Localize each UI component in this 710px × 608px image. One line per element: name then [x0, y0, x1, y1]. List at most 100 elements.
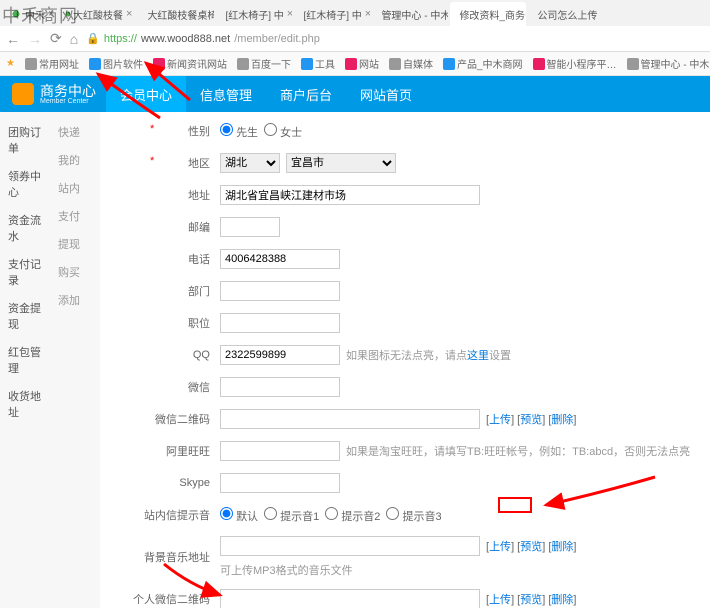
sidebar-sub-col: 快递我的站内支付提现购买添加	[50, 118, 100, 608]
phone-input[interactable]	[220, 249, 340, 269]
sidebar-item-6[interactable]: 收货地址	[0, 382, 50, 426]
content-area: 团购订单领券中心资金流水支付记录资金提现红包管理收货地址 快递我的站内支付提现购…	[0, 112, 710, 608]
home-icon[interactable]: ⌂	[70, 31, 78, 47]
bookmark-label: 新闻资讯网站	[167, 56, 227, 71]
label-wxqr: 微信二维码	[130, 411, 220, 427]
label-bgm: 背景音乐地址	[130, 549, 220, 565]
pwxqr-input[interactable]	[220, 589, 480, 608]
label-dept: 部门	[130, 283, 220, 299]
sound-3[interactable]: 提示音3	[386, 507, 441, 524]
bgm-delete[interactable]: 删除	[551, 541, 573, 553]
topnav-3[interactable]: 网站首页	[346, 76, 426, 112]
tab-close-icon[interactable]: ×	[126, 8, 132, 20]
bgm-upload[interactable]: 上传	[489, 541, 511, 553]
qq-hint-link[interactable]: 这里	[467, 350, 489, 362]
row-wechat: 微信	[130, 376, 698, 398]
bookmark-4[interactable]: 工具	[301, 56, 335, 71]
pwxqr-upload[interactable]: 上传	[489, 594, 511, 606]
sidebar-sub-0[interactable]: 快递	[50, 118, 100, 146]
browser-tab-2[interactable]: 大红酸枝餐桌椅×	[138, 2, 214, 26]
sound-default[interactable]: 默认	[220, 507, 258, 524]
bookmark-8[interactable]: 智能小程序平…	[533, 56, 617, 71]
bookmark-star-icon[interactable]: ★	[6, 58, 15, 69]
pwxqr-delete[interactable]: 删除	[551, 594, 573, 606]
tab-label: [红木椅子] 中	[225, 7, 283, 22]
sidebar-item-1[interactable]: 领券中心	[0, 162, 50, 206]
bookmark-icon	[443, 58, 455, 70]
browser-tab-3[interactable]: [红木椅子] 中 ×	[216, 2, 292, 26]
site-logo[interactable]: 商务中心 Member Center	[0, 83, 106, 105]
wxqr-delete[interactable]: 删除	[551, 414, 573, 426]
bookmark-2[interactable]: 新闻资讯网站	[153, 56, 227, 71]
row-sound: 站内信提示音 默认 提示音1 提示音2 提示音3	[130, 504, 698, 526]
gender-female[interactable]: 女士	[264, 123, 302, 140]
pwxqr-preview[interactable]: 预览	[520, 594, 542, 606]
bookmark-5[interactable]: 网站	[345, 56, 379, 71]
bgm-input[interactable]	[220, 536, 480, 556]
back-icon[interactable]: ←	[6, 31, 20, 47]
sidebar-sub-5[interactable]: 购买	[50, 258, 100, 286]
sidebar-sub-1[interactable]: 我的	[50, 146, 100, 174]
sound-1[interactable]: 提示音1	[264, 507, 319, 524]
sidebar-item-2[interactable]: 资金流水	[0, 206, 50, 250]
gender-female-radio[interactable]	[264, 123, 277, 136]
wxqr-upload[interactable]: 上传	[489, 414, 511, 426]
bookmark-3[interactable]: 百度一下	[237, 56, 291, 71]
reload-icon[interactable]: ⟳	[50, 30, 62, 47]
sidebar-item-5[interactable]: 红包管理	[0, 338, 50, 382]
zip-input[interactable]	[220, 217, 280, 237]
bookmark-6[interactable]: 自媒体	[389, 56, 433, 71]
address-input[interactable]	[220, 185, 480, 205]
sidebar-item-4[interactable]: 资金提现	[0, 294, 50, 338]
tab-label: [红木椅子] 中	[303, 7, 361, 22]
wxqr-preview[interactable]: 预览	[520, 414, 542, 426]
qq-input[interactable]	[220, 345, 340, 365]
wxqr-input[interactable]	[220, 409, 480, 429]
tab-close-icon[interactable]: ×	[365, 8, 371, 20]
tab-label: 公司怎么上传	[537, 7, 597, 22]
sidebar-sub-3[interactable]: 支付	[50, 202, 100, 230]
skype-input[interactable]	[220, 473, 340, 493]
tab-close-icon[interactable]: ×	[287, 8, 293, 20]
bookmark-label: 百度一下	[251, 56, 291, 71]
bgm-preview[interactable]: 预览	[520, 541, 542, 553]
topnav-1[interactable]: 信息管理	[186, 76, 266, 112]
sidebar-sub-6[interactable]: 添加	[50, 286, 100, 314]
url-field[interactable]: 🔒 https://www.wood888.net/member/edit.ph…	[86, 32, 704, 45]
bookmark-icon	[627, 58, 639, 70]
bookmark-0[interactable]: 常用网址	[25, 56, 79, 71]
forward-icon[interactable]: →	[28, 31, 42, 47]
sidebar-item-0[interactable]: 团购订单	[0, 118, 50, 162]
sidebar-item-3[interactable]: 支付记录	[0, 250, 50, 294]
browser-tab-0[interactable]: 中禾×	[4, 2, 58, 26]
url-scheme: https://	[104, 33, 137, 45]
bookmark-7[interactable]: 产品_中木商网	[443, 56, 523, 71]
browser-tab-4[interactable]: [红木椅子] 中 ×	[294, 2, 370, 26]
tab-favicon	[66, 8, 70, 20]
gender-male[interactable]: 先生	[220, 123, 258, 140]
dept-input[interactable]	[220, 281, 340, 301]
ali-input[interactable]	[220, 441, 340, 461]
tab-close-icon[interactable]: ×	[48, 8, 54, 20]
city-select[interactable]: 宜昌市	[286, 153, 396, 173]
province-select[interactable]: 湖北	[220, 153, 280, 173]
title-input[interactable]	[220, 313, 340, 333]
bookmark-1[interactable]: 图片软件	[89, 56, 143, 71]
sidebar-sub-2[interactable]: 站内	[50, 174, 100, 202]
wechat-input[interactable]	[220, 377, 340, 397]
browser-tab-6[interactable]: 修改资料_商务中×	[450, 2, 526, 26]
topnav-0[interactable]: 会员中心	[106, 76, 186, 112]
topnav-2[interactable]: 商户后台	[266, 76, 346, 112]
gender-male-radio[interactable]	[220, 123, 233, 136]
label-gender: 性别	[130, 123, 220, 139]
bookmark-9[interactable]: 管理中心 - 中木商网 -…	[627, 56, 710, 71]
browser-tab-7[interactable]: 公司怎么上传	[528, 2, 604, 26]
sound-2[interactable]: 提示音2	[325, 507, 380, 524]
browser-tab-strip: 中禾×大红酸枝餐×大红酸枝餐桌椅×[红木椅子] 中×[红木椅子] 中×管理中心 …	[0, 0, 710, 26]
browser-tab-5[interactable]: 管理中心 - 中木×	[372, 2, 448, 26]
browser-tab-1[interactable]: 大红酸枝餐×	[60, 2, 136, 26]
label-sound: 站内信提示音	[130, 507, 220, 523]
brand-cn: 商务中心	[40, 84, 96, 98]
sidebar-sub-4[interactable]: 提现	[50, 230, 100, 258]
row-phone: 电话	[130, 248, 698, 270]
